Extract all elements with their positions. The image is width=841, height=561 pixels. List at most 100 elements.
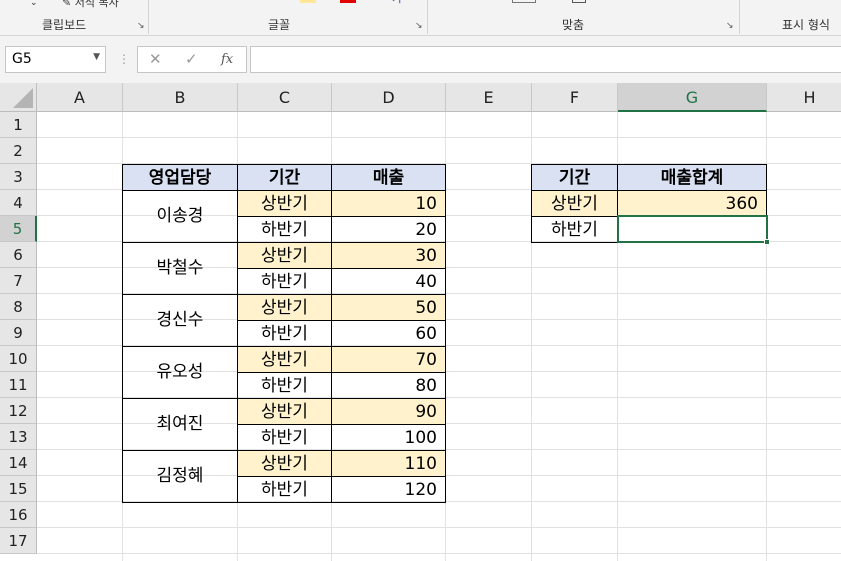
cell-d5[interactable]: 20	[331, 216, 446, 243]
ribbon-divider	[148, 0, 149, 34]
row-header-12[interactable]: 12	[0, 398, 37, 424]
cell-d8[interactable]: 50	[331, 294, 446, 321]
format-painter-button[interactable]: ✎ 서식 복사	[62, 0, 119, 10]
chevron-down-icon[interactable]: ⌄	[30, 0, 38, 8]
chevron-down-icon[interactable]: ▼	[93, 52, 100, 62]
row-header-15[interactable]: 15	[0, 476, 37, 502]
cell-d6[interactable]: 30	[331, 242, 446, 269]
cell-d15[interactable]: 120	[331, 476, 446, 503]
insert-function-icon[interactable]: fx	[221, 52, 233, 67]
cell-c8[interactable]: 상반기	[237, 294, 332, 321]
row-header-5[interactable]: 5	[0, 216, 37, 242]
excel-window: ✎ 서식 복사 ⌄ 클립보드 ↘ ⊞ 가 글꼴 ↘ 맞춤 ↘ 표시 형식 G5 …	[0, 0, 841, 561]
gridline	[37, 137, 841, 138]
formula-input[interactable]	[250, 46, 841, 73]
row-header-3[interactable]: 3	[0, 164, 37, 190]
formula-bar-grip-icon[interactable]: ⋮	[118, 52, 130, 66]
column-header-a[interactable]: A	[37, 83, 123, 112]
column-header-g[interactable]: G	[618, 83, 767, 112]
cell-f3[interactable]: 기간	[531, 164, 618, 191]
column-header-d[interactable]: D	[332, 83, 446, 112]
clipboard-launcher-icon[interactable]: ↘	[137, 21, 145, 31]
cell-d14[interactable]: 110	[331, 450, 446, 477]
cell-c4[interactable]: 상반기	[237, 190, 332, 217]
cell-d11[interactable]: 80	[331, 372, 446, 399]
font-launcher-icon[interactable]: ↘	[415, 21, 423, 31]
cell-b3[interactable]: 영업담당	[122, 164, 238, 191]
cell-f4[interactable]: 상반기	[531, 190, 618, 217]
column-header-c[interactable]: C	[238, 83, 332, 112]
column-header-f[interactable]: F	[532, 83, 618, 112]
cell-d10[interactable]: 70	[331, 346, 446, 373]
select-all-icon	[13, 88, 33, 108]
phonetic-icon[interactable]: 가	[392, 0, 402, 6]
cell-c9[interactable]: 하반기	[237, 320, 332, 347]
ribbon-group-font: 글꼴	[268, 18, 291, 32]
cell-c6[interactable]: 상반기	[237, 242, 332, 269]
cell-b4-merged[interactable]: 이송경	[122, 190, 238, 243]
cell-g4[interactable]: 360	[617, 190, 767, 217]
cell-b8-merged[interactable]: 경신수	[122, 294, 238, 347]
row-header-8[interactable]: 8	[0, 294, 37, 320]
row-header-1[interactable]: 1	[0, 112, 37, 138]
cancel-icon[interactable]: ✕	[149, 50, 162, 68]
cell-d3[interactable]: 매출	[331, 164, 446, 191]
cell-c7[interactable]: 하반기	[237, 268, 332, 295]
cell-c15[interactable]: 하반기	[237, 476, 332, 503]
cell-d7[interactable]: 40	[331, 268, 446, 295]
row-header-9[interactable]: 9	[0, 320, 37, 346]
cell-c12[interactable]: 상반기	[237, 398, 332, 425]
column-header-e[interactable]: E	[446, 83, 532, 112]
cell-b14-merged[interactable]: 김정혜	[122, 450, 238, 503]
row-header-14[interactable]: 14	[0, 450, 37, 476]
fill-color-swatch-icon[interactable]	[300, 0, 316, 3]
row-header-4[interactable]: 4	[0, 190, 37, 216]
row-header-16[interactable]: 16	[0, 502, 37, 528]
font-color-swatch-icon[interactable]	[340, 0, 356, 3]
name-box[interactable]: G5 ▼	[5, 46, 106, 73]
ribbon-group-alignment: 맞춤	[562, 18, 585, 32]
row-header-17[interactable]: 17	[0, 528, 37, 554]
gridline	[37, 553, 841, 554]
cell-c5[interactable]: 하반기	[237, 216, 332, 243]
align-icon[interactable]	[512, 0, 536, 3]
ribbon: ✎ 서식 복사 ⌄ 클립보드 ↘ ⊞ 가 글꼴 ↘ 맞춤 ↘ 표시 형식	[0, 0, 841, 36]
cell-d9[interactable]: 60	[331, 320, 446, 347]
merge-center-icon[interactable]	[572, 0, 586, 3]
cell-c3[interactable]: 기간	[237, 164, 332, 191]
cell-c14[interactable]: 상반기	[237, 450, 332, 477]
cell-b12-merged[interactable]: 최여진	[122, 398, 238, 451]
alignment-launcher-icon[interactable]: ↘	[726, 21, 734, 31]
cell-d13[interactable]: 100	[331, 424, 446, 451]
cell-c11[interactable]: 하반기	[237, 372, 332, 399]
cell-g3[interactable]: 매출합계	[617, 164, 767, 191]
row-header-11[interactable]: 11	[0, 372, 37, 398]
row-header-6[interactable]: 6	[0, 242, 37, 268]
formula-bar-buttons: ✕ ✓ fx	[137, 46, 247, 73]
ribbon-divider	[427, 0, 428, 34]
name-box-value: G5	[12, 51, 32, 67]
column-header-b[interactable]: B	[123, 83, 238, 112]
ribbon-divider	[739, 0, 740, 34]
paintbrush-icon: ✎	[62, 0, 72, 9]
cell-b10-merged[interactable]: 유오성	[122, 346, 238, 399]
column-header-h[interactable]: H	[767, 83, 841, 112]
row-header-10[interactable]: 10	[0, 346, 37, 372]
active-cell-selection	[617, 215, 768, 243]
cell-f5[interactable]: 하반기	[531, 216, 618, 243]
row-header-2[interactable]: 2	[0, 138, 37, 164]
cell-b6-merged[interactable]: 박철수	[122, 242, 238, 295]
font-tool-icon[interactable]: ⊞	[210, 0, 220, 2]
formula-bar-area: G5 ▼ ⋮ ✕ ✓ fx	[0, 36, 841, 83]
enter-icon[interactable]: ✓	[185, 50, 198, 68]
row-header-7[interactable]: 7	[0, 268, 37, 294]
row-header-13[interactable]: 13	[0, 424, 37, 450]
cell-c10[interactable]: 상반기	[237, 346, 332, 373]
cell-d12[interactable]: 90	[331, 398, 446, 425]
worksheet-grid: A B C D E F G H 1 2 3 4 5 6 7 8 9 10 11 …	[0, 83, 841, 561]
select-all-button[interactable]	[0, 83, 37, 112]
fill-handle[interactable]	[764, 239, 770, 245]
cell-c13[interactable]: 하반기	[237, 424, 332, 451]
ribbon-group-clipboard: 클립보드	[42, 18, 87, 32]
cell-d4[interactable]: 10	[331, 190, 446, 217]
